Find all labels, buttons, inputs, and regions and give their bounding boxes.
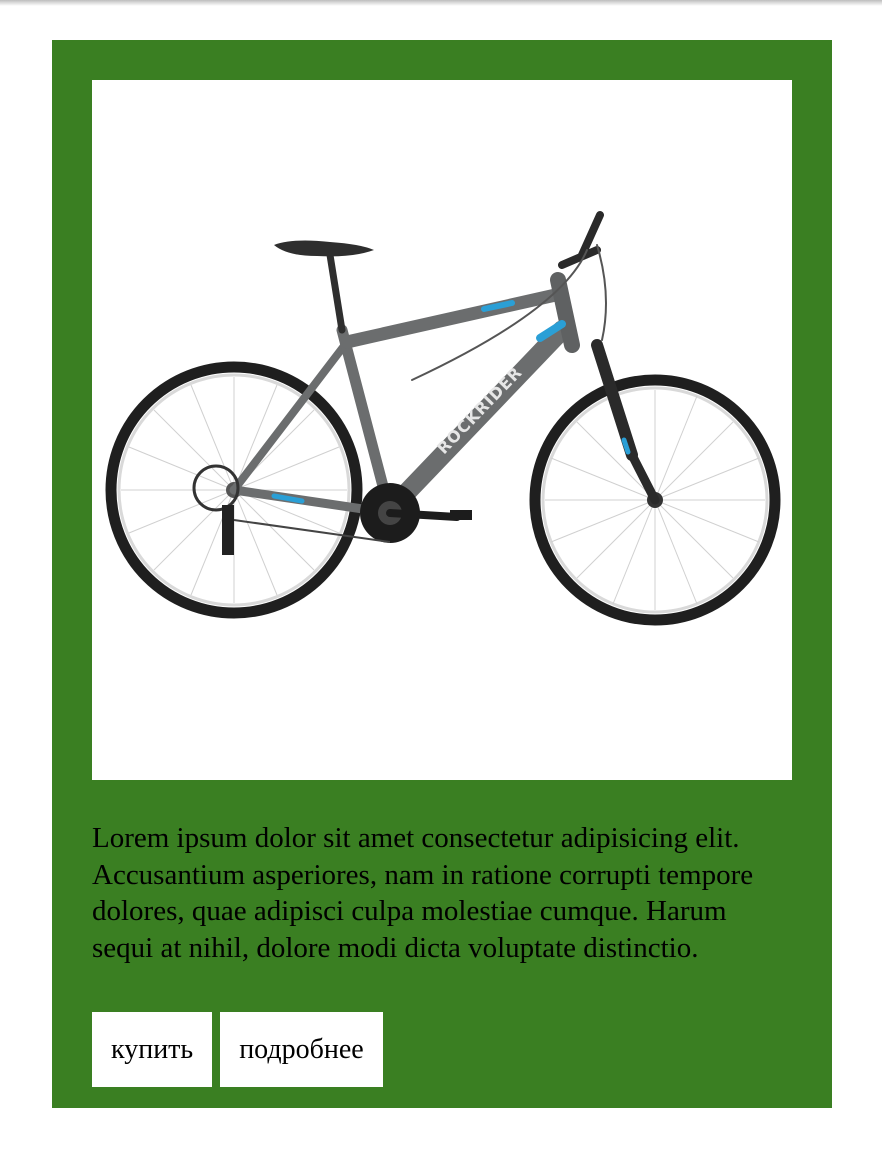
product-card: ROCKRIDER Lorem ipsum dolor sit amet con… [52, 40, 832, 1108]
buy-button[interactable]: купить [92, 1012, 213, 1087]
bike-brand-text: ROCKRIDER [433, 363, 526, 458]
product-actions: купить подробнее [92, 1012, 383, 1087]
product-description: Lorem ipsum dolor sit amet consectetur a… [92, 822, 754, 964]
details-button[interactable]: подробнее [220, 1012, 383, 1087]
bike-frame [229, 272, 580, 520]
rear-derailleur [192, 464, 240, 555]
window-top-shadow [0, 0, 882, 6]
product-image: ROCKRIDER [92, 80, 792, 780]
bicycle-image: ROCKRIDER [105, 211, 781, 626]
handlebar [411, 211, 607, 381]
saddle [274, 240, 374, 334]
front-fork [591, 339, 660, 505]
